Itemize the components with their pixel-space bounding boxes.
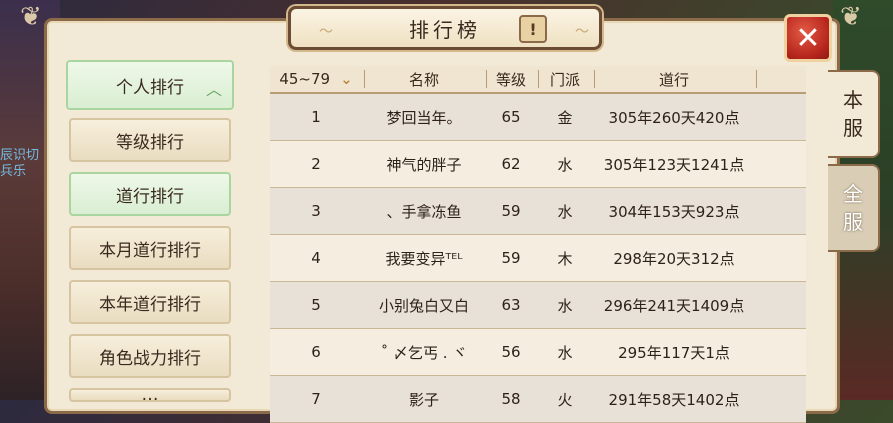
level-cell: 56	[501, 343, 521, 361]
chevron-up-icon: ︿	[205, 80, 222, 99]
table-row[interactable]: 2 神气的胖子 62 水 305年123天1241点	[270, 141, 806, 188]
level-cell: 59	[501, 249, 521, 267]
menu-item-label: 等级排行	[116, 132, 184, 153]
table-row[interactable]: 6 ˚ 〆乞丐 . ヾ 56 水 295年117天1点	[270, 329, 806, 376]
menu-item-label: 本月道行排行	[99, 240, 201, 261]
name-cell: ˚ 〆乞丐 . ヾ	[380, 343, 468, 362]
name-cell: 梦回当年。	[386, 108, 462, 127]
background-text: 辰识切 兵乐	[0, 148, 40, 179]
rank-cell: 7	[311, 390, 321, 408]
close-icon: ✕	[795, 20, 821, 56]
tab-label: 全 服	[843, 182, 863, 234]
daohang-cell: 298年20天312点	[613, 249, 735, 268]
school-cell: 水	[557, 296, 573, 315]
school-cell: 水	[557, 155, 573, 174]
rank-cell: 2	[311, 155, 321, 173]
menu-item-label: 个人排行	[116, 77, 184, 98]
table-row[interactable]: 1 梦回当年。 65 金 305年260天420点	[270, 94, 806, 141]
name-cell: 小别兔白又白	[378, 296, 469, 315]
table-header: 45~79 ⌄ 名称 等级 门派 道行	[270, 66, 806, 94]
tab-all-servers[interactable]: 全 服	[828, 164, 880, 252]
menu-item-monthly-daohang[interactable]: 本月道行排行	[69, 226, 231, 270]
column-header-daohang: 道行	[658, 70, 689, 89]
level-cell: 59	[501, 202, 521, 220]
chevron-down-icon: ⌄	[340, 70, 353, 88]
rank-cell: 1	[311, 108, 321, 126]
level-filter-value: 45~79	[279, 70, 331, 88]
level-cell: 58	[501, 390, 521, 408]
school-cell: 木	[557, 249, 573, 268]
help-button[interactable]: !	[519, 15, 547, 43]
tab-label: 本 服	[843, 88, 863, 140]
table-row[interactable]: 4 我要变异ᵀᴱᴸ 59 木 298年20天312点	[270, 235, 806, 282]
rank-cell: 5	[311, 296, 321, 314]
level-cell: 63	[501, 296, 521, 314]
name-cell: 、手拿冻鱼	[386, 202, 462, 221]
cloud-ornament-icon: 〜	[319, 24, 333, 40]
close-button[interactable]: ✕	[784, 14, 832, 62]
daohang-cell: 296年241天1409点	[603, 296, 745, 315]
daohang-cell: 305年123天1241点	[603, 155, 745, 174]
table-row[interactable]: 5 小别兔白又白 63 水 296年241天1409点	[270, 282, 806, 329]
menu-item-level[interactable]: 等级排行	[69, 118, 231, 162]
level-cell: 62	[501, 155, 521, 173]
rank-cell: 4	[311, 249, 321, 267]
school-cell: 水	[557, 202, 573, 221]
daohang-cell: 304年153天923点	[608, 202, 740, 221]
school-cell: 水	[557, 343, 573, 362]
level-filter-dropdown[interactable]: 45~79 ⌄	[270, 66, 362, 92]
tab-this-server[interactable]: 本 服	[828, 70, 880, 158]
school-cell: 金	[557, 108, 573, 127]
title-plaque: 〜 排行榜 ! 〜	[288, 6, 602, 50]
daohang-cell: 291年58天1402点	[608, 390, 740, 409]
menu-item-daohang[interactable]: 道行排行	[69, 172, 231, 216]
column-header-school: 门派	[549, 70, 580, 89]
page-title: 排行榜	[409, 17, 481, 42]
menu-item-label: 角色战力排行	[99, 348, 201, 369]
rank-cell: 6	[311, 343, 321, 361]
name-cell: 神气的胖子	[386, 155, 462, 174]
column-header-level: 等级	[495, 70, 526, 89]
menu-item-label: 道行排行	[116, 186, 184, 207]
menu-item-label: 本年道行排行	[99, 294, 201, 315]
daohang-cell: 295年117天1点	[618, 343, 730, 362]
level-cell: 65	[501, 108, 521, 126]
rank-cell: 3	[311, 202, 321, 220]
menu-item-combat-power[interactable]: 角色战力排行	[69, 334, 231, 378]
table-row[interactable]: 3 、手拿冻鱼 59 水 304年153天923点	[270, 188, 806, 235]
column-header-name: 名称	[408, 70, 439, 89]
name-cell: 我要变异ᵀᴱᴸ	[385, 249, 463, 268]
school-cell: 火	[557, 390, 573, 409]
cloud-ornament-icon: 〜	[575, 24, 589, 40]
corner-ornament-icon: ❦	[840, 2, 862, 32]
menu-item-yearly-daohang[interactable]: 本年道行排行	[69, 280, 231, 324]
daohang-cell: 305年260天420点	[608, 108, 740, 127]
corner-ornament-icon: ❦	[20, 2, 42, 32]
name-cell: 影子	[408, 390, 439, 409]
menu-item-personal[interactable]: 个人排行 ︿	[66, 60, 234, 110]
